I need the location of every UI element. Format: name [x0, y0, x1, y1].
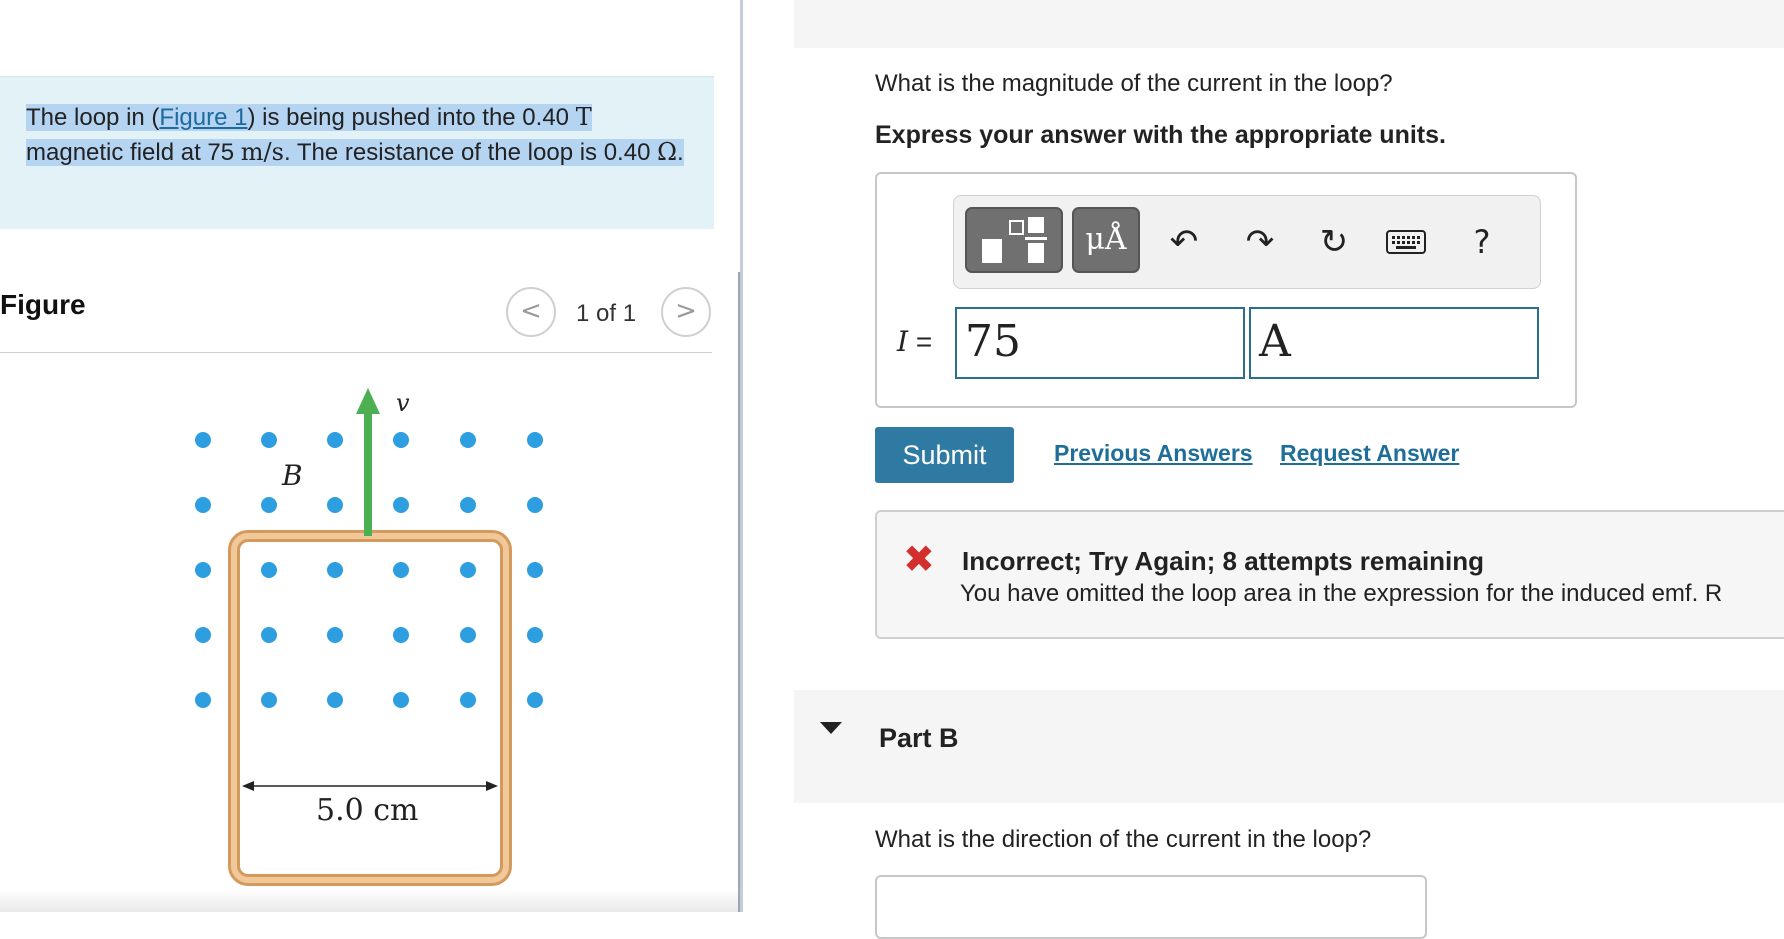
field-label: B: [281, 459, 303, 492]
variable-label: I =: [897, 325, 932, 358]
loop-outer: [228, 530, 512, 886]
request-answer-link[interactable]: Request Answer: [1280, 440, 1459, 467]
chevron-right-icon[interactable]: >: [661, 287, 711, 337]
submit-button[interactable]: Submit: [875, 427, 1014, 483]
variable-symbol: I: [897, 325, 909, 358]
tesla-unit: T: [575, 103, 592, 131]
ohm-unit: Ω: [657, 138, 677, 166]
velocity-label: v: [396, 389, 410, 417]
field-dot: [460, 562, 476, 578]
field-dot: [527, 497, 543, 513]
figure-title: Figure: [0, 289, 86, 320]
problem-statement: The loop in (Figure 1) is being pushed i…: [26, 100, 686, 170]
dimension-arrow-right: [486, 781, 498, 791]
field-dot: [261, 432, 277, 448]
chevron-left-icon[interactable]: <: [506, 287, 556, 337]
templates-icon: [982, 217, 1047, 263]
field-dot: [460, 432, 476, 448]
field-dot: [261, 562, 277, 578]
problem-text-part: ) is being pushed into the 0.40: [247, 104, 576, 131]
field-dot: [460, 627, 476, 643]
field-dot: [195, 692, 211, 708]
field-dot: [327, 562, 343, 578]
field-dot: [393, 692, 409, 708]
problem-text-suffix: .: [677, 139, 684, 166]
field-dot: [195, 562, 211, 578]
velocity-unit: m/s: [240, 138, 284, 166]
units-button[interactable]: μÅ: [1072, 207, 1140, 273]
field-dot: [195, 432, 211, 448]
field-dot: [460, 692, 476, 708]
keyboard-icon[interactable]: [1386, 228, 1426, 261]
problem-text-prefix: The loop in (: [26, 104, 160, 131]
undo-icon[interactable]: ↶: [1162, 220, 1206, 264]
field-dot: [393, 432, 409, 448]
velocity-arrow-head: [356, 388, 380, 414]
previous-answers-link[interactable]: Previous Answers: [1054, 440, 1253, 467]
field-dot: [195, 627, 211, 643]
field-dot: [261, 497, 277, 513]
field-dot: [393, 562, 409, 578]
templates-button[interactable]: [965, 207, 1063, 273]
reset-icon[interactable]: ↻: [1312, 220, 1356, 264]
field-dot: [327, 692, 343, 708]
part-b-answer-box: [875, 875, 1427, 939]
field-dot: [527, 562, 543, 578]
field-dot: [527, 692, 543, 708]
pane-divider-handle[interactable]: [738, 272, 740, 912]
velocity-arrow-shaft: [364, 408, 372, 536]
figure-page-indicator: 1 of 1: [576, 300, 637, 327]
field-dot: [195, 497, 211, 513]
part-b-question: What is the direction of the current in …: [875, 826, 1372, 853]
redo-icon[interactable]: ↷: [1238, 220, 1282, 264]
figure-link[interactable]: Figure 1: [159, 104, 247, 131]
value-input[interactable]: 75: [955, 307, 1245, 379]
dimension-arrow-left: [242, 781, 254, 791]
field-dot: [327, 627, 343, 643]
field-dot: [393, 497, 409, 513]
field-dot: [261, 692, 277, 708]
unit-input[interactable]: A: [1249, 307, 1539, 379]
bottom-fade: [0, 890, 740, 912]
feedback-title: Incorrect; Try Again; 8 attempts remaini…: [962, 546, 1485, 576]
field-dot: [327, 497, 343, 513]
pane-divider[interactable]: [740, 0, 743, 912]
problem-text-part: magnetic field at 75: [26, 139, 241, 166]
help-button[interactable]: ?: [1460, 220, 1504, 264]
field-dot: [261, 627, 277, 643]
caret-down-icon[interactable]: [820, 722, 842, 734]
field-dot: [527, 432, 543, 448]
field-dot: [327, 432, 343, 448]
field-dot: [393, 627, 409, 643]
feedback-body: You have omitted the loop area in the ex…: [960, 580, 1723, 607]
part-a-question: What is the magnitude of the current in …: [875, 70, 1393, 97]
width-label: 5.0 cm: [316, 793, 419, 828]
part-b-title[interactable]: Part B: [879, 723, 959, 754]
incorrect-x-icon: ✖: [903, 537, 935, 581]
part-a-instruction: Express your answer with the appropriate…: [875, 121, 1446, 149]
field-dot: [460, 497, 476, 513]
top-band: [794, 0, 1784, 48]
problem-text-part: . The resistance of the loop is 0.40: [283, 139, 658, 166]
equals-sign: =: [915, 326, 933, 357]
loop-inner: [231, 533, 509, 883]
loop-figure: v B 5.0 cm: [195, 388, 543, 886]
field-dot: [527, 627, 543, 643]
figure-divider: [0, 352, 712, 353]
